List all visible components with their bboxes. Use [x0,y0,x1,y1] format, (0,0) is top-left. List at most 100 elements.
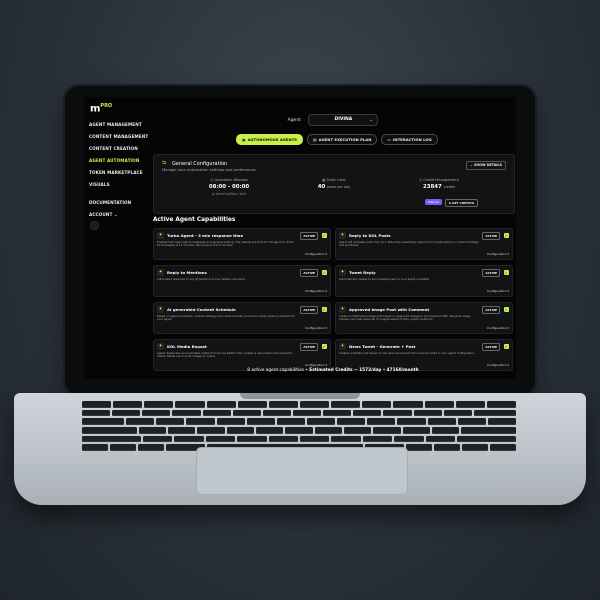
status-badge: ACTIVE [482,306,500,314]
sidebar-item-token-marketplace[interactable]: TOKEN MARKETPLACE [89,167,148,179]
operation-window-stat: ◷ Operation Window 08:00 - 00:00 ◍ Ameri… [184,178,274,196]
general-configuration-panel: ⇆ General Configuration Manage your auto… [153,154,515,214]
capability-desc: Creates a twitter post based on live new… [339,351,475,355]
capability-desc: Agent researches and evaluates media fro… [157,351,293,359]
credit-actions: Manual $ GET CREDITS [425,199,479,207]
daily-limit-value: 40 [317,184,326,190]
enable-checkbox[interactable]: ✓ [503,343,509,349]
sidebar-item-account[interactable]: ACCOUNT ⌄ [89,209,148,221]
capability-desc: Agent will evaluate posts from your KOLs… [339,240,479,248]
main-content: Agent DIVINA ⌄ ▣ AUTONOMOUS AGENTS ▤ AGENT … [150,97,516,379]
capability-title: Reply to KOL Posts [349,233,391,238]
capability-card-reply-kol-posts: ✦ Reply to KOL Posts Agent will evaluate p… [335,228,513,260]
configuration-toggle[interactable]: Configuration ▾ [487,326,509,330]
sidebar-item-agent-management[interactable]: AGENT MANAGEMENT [89,119,148,131]
status-badge: ACTIVE [482,232,500,240]
bolt-icon: ✦ [339,306,346,313]
enable-checkbox[interactable]: ✓ [321,232,327,238]
capability-card-content-schedule: ✦ AI generated Content Schedule Based on a… [153,302,331,334]
capability-card-approved-image-post: ✦ Approved Image Post with Comment Create … [335,302,513,334]
tab-interaction-log[interactable]: ▭ INTERACTION LOG [381,134,438,145]
capability-desc: Based on agent worldview, content strate… [157,314,296,322]
bolt-icon: ✦ [339,232,346,239]
capability-title: Tweet Reply [349,270,376,275]
theme-toggle[interactable] [90,221,99,230]
capability-desc: Create a multimodal image post based on … [339,314,471,322]
app-logo[interactable]: mPRO [90,103,112,114]
enable-checkbox[interactable]: ✓ [503,306,509,312]
tab-agent-execution-plan[interactable]: ▤ AGENT EXECUTION PLAN [307,134,378,145]
status-badge: ACTIVE [300,343,318,351]
sidebar-item-content-management[interactable]: CONTENT MANAGEMENT [89,131,148,143]
enable-checkbox[interactable]: ✓ [321,306,327,312]
status-badge: ACTIVE [482,343,500,351]
laptop-screen: mPRO AGENT MANAGEMENT CONTENT MANAGEMENT… [84,97,516,379]
bolt-icon: ✦ [339,343,346,350]
enable-checkbox[interactable]: ✓ [503,232,509,238]
laptop-hinge [240,393,360,399]
cpu-icon: ▣ [242,137,246,142]
configuration-toggle[interactable]: Configuration ▾ [305,289,327,293]
sidebar: mPRO AGENT MANAGEMENT CONTENT MANAGEMENT… [84,97,148,379]
get-credits-button[interactable]: $ GET CREDITS [444,199,479,207]
bolt-icon: ✦ [339,269,346,276]
sidebar-item-agent-automation[interactable]: AGENT AUTOMATION [89,155,148,167]
capability-title: News Tweet - Generate + Post [349,344,416,349]
chevron-down-icon: ⌄ [369,117,374,123]
sidebar-item-content-creation[interactable]: CONTENT CREATION [89,143,148,155]
status-badge: ACTIVE [482,269,500,277]
capabilities-grid: ✦ Turbo Agent - 5 min response time Enable… [153,228,513,371]
capability-title: Approved Image Post with Comment [349,307,430,312]
operation-window-value: 08:00 - 00:00 [208,184,250,190]
sidebar-item-visuals[interactable]: VISUALS [89,179,148,191]
enable-checkbox[interactable]: ✓ [321,343,327,349]
capability-title: Reply to Mentions [167,270,207,275]
daily-limit-stat: ▦ Daily Limit 40 posts per day [317,178,351,190]
configuration-toggle[interactable]: Configuration ▾ [487,289,509,293]
trackpad[interactable] [196,447,408,495]
credit-management-stat: ◎ Credit Management 23847 credits [419,178,459,190]
capability-title: KOL Media Repost [167,344,207,349]
sliders-icon: ⇆ [162,160,167,166]
configuration-toggle[interactable]: Configuration ▾ [487,363,509,367]
capability-card-kol-media-repost: ✦ KOL Media Repost Agent researches and ev… [153,339,331,371]
status-badge: ACTIVE [300,269,318,277]
status-badge: ACTIVE [300,232,318,240]
configuration-toggle[interactable]: Configuration ▾ [305,326,327,330]
bolt-icon: ✦ [157,269,164,276]
chat-icon: ▭ [387,137,391,142]
general-configuration-title: General Configuration [172,161,228,167]
capability-card-reply-mentions: ✦ Reply to Mentions Automated response to … [153,265,331,297]
capability-desc: Automated response to any @mentions of y… [157,277,245,281]
capabilities-heading: Active Agent Capabilities [153,217,236,223]
enable-checkbox[interactable]: ✓ [503,269,509,275]
clipboard-icon: ▤ [313,137,317,142]
capability-title: Turbo Agent - 5 min response time [167,233,243,238]
configuration-toggle[interactable]: Configuration ▾ [487,252,509,256]
capability-title: AI generated Content Schedule [167,307,236,312]
agent-label: Agent [287,117,301,123]
sidebar-nav: AGENT MANAGEMENT CONTENT MANAGEMENT CONT… [89,119,148,221]
agent-select[interactable]: DIVINA ⌄ [308,114,379,126]
bolt-icon: ✦ [157,306,164,313]
configuration-toggle[interactable]: Configuration ▾ [305,252,327,256]
configuration-toggle[interactable]: Configuration ▾ [305,363,327,367]
show-details-button[interactable]: ⌄ SHOW DETAILS [466,161,506,170]
manual-mode-badge[interactable]: Manual [425,199,442,205]
agent-selector-row: Agent DIVINA ⌄ [150,114,516,126]
capability-desc: Enables fast responses to messages and g… [157,240,294,248]
capabilities-summary: 8 active agent capabilities • Estimated … [247,368,419,373]
bolt-icon: ✦ [157,232,164,239]
capability-card-turbo-agent: ✦ Turbo Agent - 5 min response time Enable… [153,228,331,260]
keyboard [82,401,517,452]
enable-checkbox[interactable]: ✓ [321,269,327,275]
capability-desc: Automatically replies to any message sen… [339,277,430,281]
status-badge: ACTIVE [300,306,318,314]
tab-bar: ▣ AUTONOMOUS AGENTS ▤ AGENT EXECUTION PLAN… [236,134,438,145]
sidebar-item-documentation[interactable]: DOCUMENTATION [89,197,148,209]
capability-card-news-tweet: ✦ News Tweet - Generate + Post Creates a t… [335,339,513,371]
bolt-icon: ✦ [157,343,164,350]
credits-value: 23847 [422,184,442,190]
general-configuration-subtitle: Manage your automation settings and pref… [162,168,256,172]
tab-autonomous-agents[interactable]: ▣ AUTONOMOUS AGENTS [236,134,304,145]
